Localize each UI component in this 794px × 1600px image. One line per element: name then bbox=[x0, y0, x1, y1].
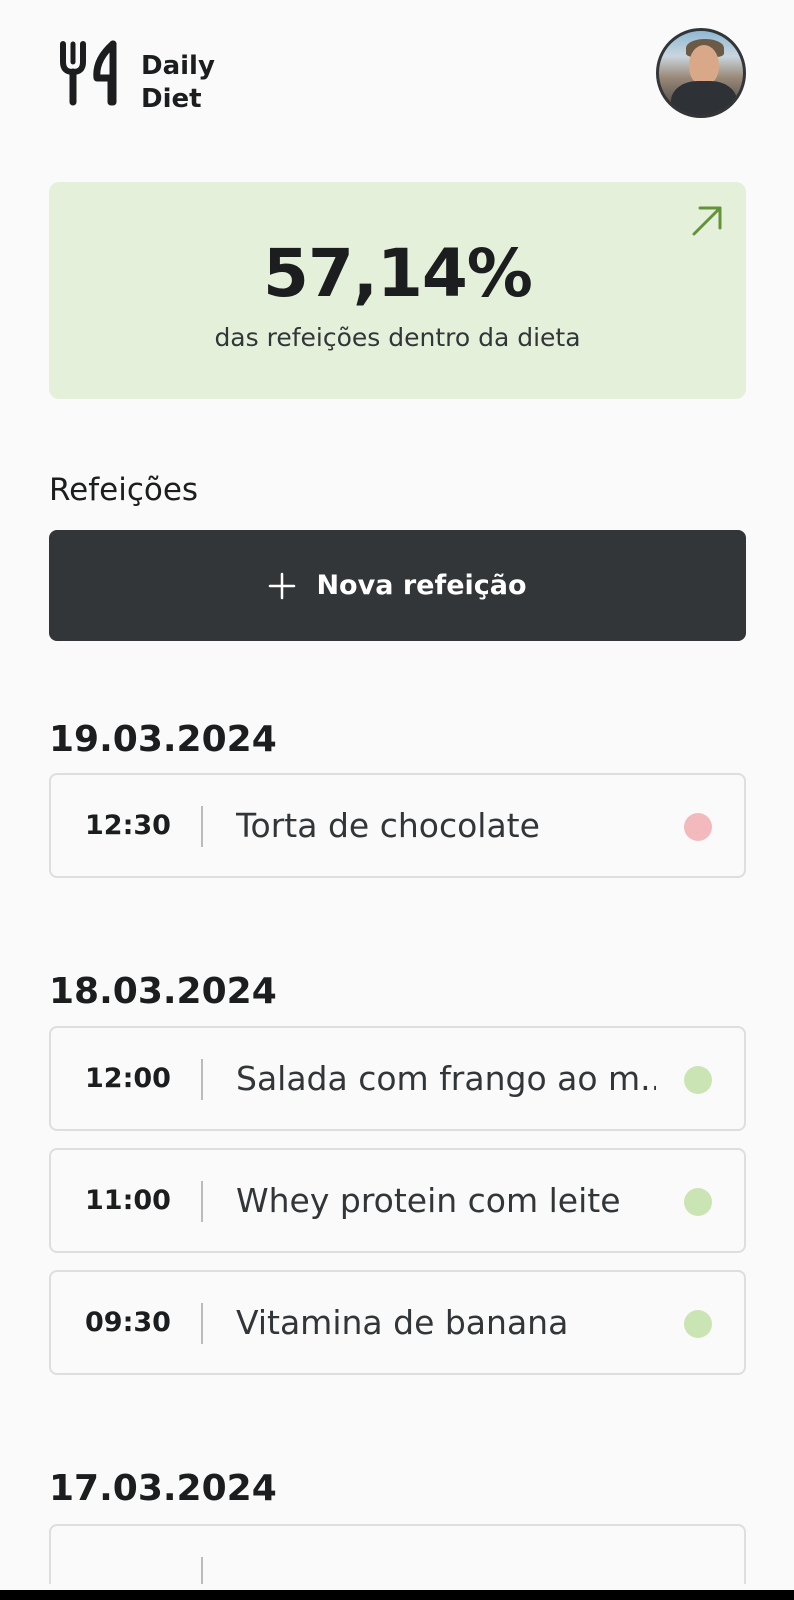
meal-time: 12:00 bbox=[85, 1063, 171, 1094]
fork-knife-icon bbox=[60, 40, 117, 106]
meal-divider bbox=[201, 1059, 203, 1100]
new-meal-button[interactable]: Nova refeição bbox=[49, 530, 746, 641]
diet-stats-card[interactable]: 57,14% das refeições dentro da dieta bbox=[49, 182, 746, 399]
new-meal-button-label: Nova refeição bbox=[316, 570, 527, 601]
meal-item[interactable]: 09:30 Vitamina de banana bbox=[49, 1270, 746, 1375]
app-logo: Daily Diet bbox=[57, 40, 217, 114]
arrow-up-right-icon[interactable] bbox=[690, 204, 724, 238]
meal-divider bbox=[201, 1303, 203, 1344]
logo-text: Daily Diet bbox=[141, 50, 241, 116]
diet-percentage: 57,14% bbox=[263, 235, 533, 312]
meal-item[interactable]: 11:00 Whey protein com leite bbox=[49, 1148, 746, 1253]
day-title: 18.03.2024 bbox=[49, 971, 277, 1012]
meal-time: 09:30 bbox=[85, 1307, 171, 1338]
in-diet-status-dot bbox=[684, 1310, 712, 1338]
meal-divider bbox=[201, 806, 203, 847]
logo-line-daily: Daily bbox=[141, 51, 215, 81]
meal-divider bbox=[201, 1181, 203, 1222]
meal-item[interactable]: 12:00 Salada com frango ao m... bbox=[49, 1026, 746, 1131]
header: Daily Diet bbox=[49, 28, 746, 118]
meal-time: 12:30 bbox=[85, 810, 171, 841]
logo-line-diet: Diet bbox=[141, 84, 202, 114]
meal-divider bbox=[201, 1557, 203, 1584]
system-navigation-bar bbox=[0, 1590, 794, 1600]
plus-icon bbox=[269, 572, 296, 599]
diet-percentage-label: das refeições dentro da dieta bbox=[214, 323, 581, 352]
in-diet-status-dot bbox=[684, 1188, 712, 1216]
meal-name: Vitamina de banana bbox=[236, 1303, 569, 1342]
in-diet-status-dot bbox=[684, 1066, 712, 1094]
off-diet-status-dot bbox=[684, 813, 712, 841]
meal-name: Whey protein com leite bbox=[236, 1181, 621, 1220]
meal-name: Torta de chocolate bbox=[236, 806, 540, 845]
meals-section-title: Refeições bbox=[49, 472, 199, 508]
meal-time: 11:00 bbox=[85, 1185, 171, 1216]
user-avatar[interactable] bbox=[656, 28, 746, 118]
meal-name: Salada com frango ao m... bbox=[236, 1059, 656, 1098]
day-title: 19.03.2024 bbox=[49, 719, 277, 760]
avatar-body bbox=[671, 81, 737, 115]
meal-item[interactable] bbox=[49, 1524, 746, 1584]
avatar-face bbox=[689, 45, 719, 85]
day-title: 17.03.2024 bbox=[49, 1468, 277, 1509]
meal-item[interactable]: 12:30 Torta de chocolate bbox=[49, 773, 746, 878]
